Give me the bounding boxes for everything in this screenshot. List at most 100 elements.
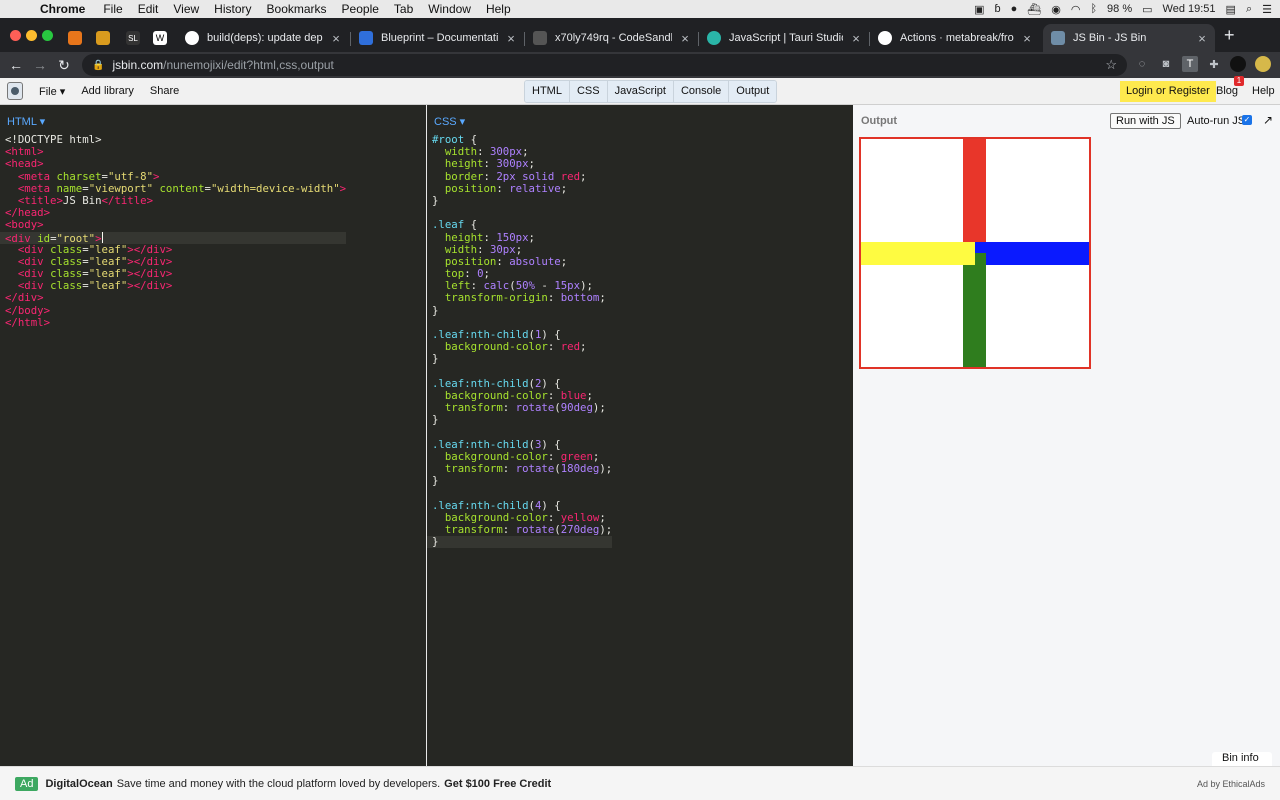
bin-info-tab[interactable]: Bin info — [1212, 752, 1272, 766]
tab-title: x70ly749rq - CodeSandbox — [555, 32, 672, 44]
close-icon[interactable]: × — [678, 31, 692, 46]
code-line: <!DOCTYPE html> — [5, 133, 102, 146]
close-icon[interactable]: × — [504, 31, 518, 46]
menu-help[interactable]: Help — [486, 2, 511, 16]
close-icon[interactable]: × — [1020, 31, 1034, 46]
tab-jsbin[interactable]: JS Bin - JS Bin × — [1043, 24, 1215, 52]
code-line: transform: rotate(90deg); — [444, 401, 606, 415]
menu-bookmarks[interactable]: Bookmarks — [267, 2, 327, 16]
leaf-blue — [975, 242, 1089, 265]
tab-pinned-3[interactable]: SL — [118, 24, 142, 52]
extensions-puzzle-icon[interactable]: ✚ — [1206, 56, 1222, 72]
control-center-icon[interactable]: ☰ — [1262, 3, 1272, 16]
notification-icon[interactable]: ● — [1011, 3, 1018, 15]
zoom-icon[interactable]: ▣ — [974, 3, 984, 16]
ad-cta[interactable]: Get $100 Free Credit — [444, 778, 551, 790]
tab-blueprint[interactable]: Blueprint – Documentation × — [351, 24, 524, 52]
extension-shield-icon[interactable]: ◌ — [1134, 56, 1150, 72]
address-bar[interactable]: 🔒 jsbin.com/nunemojixi/edit?html,css,out… — [82, 54, 1127, 76]
tab-github-pr[interactable]: build(deps): update depende × — [177, 24, 349, 52]
firefox-relay-icon — [68, 31, 82, 45]
tab-pinned-1[interactable] — [60, 24, 84, 52]
menu-people[interactable]: People — [342, 2, 379, 16]
popout-icon[interactable]: ↗ — [1263, 113, 1273, 127]
spotlight-icon[interactable]: ⌕ — [1246, 3, 1252, 16]
camera-icon[interactable]: ◙ — [1158, 56, 1174, 72]
ad-text[interactable]: Save time and money with the cloud platf… — [117, 778, 440, 790]
forward-icon[interactable]: → — [28, 57, 52, 73]
help-link[interactable]: Help — [1252, 85, 1275, 97]
file-menu[interactable]: File ▾ — [39, 85, 65, 98]
maximize-window-button[interactable] — [42, 30, 53, 41]
share-button[interactable]: Share — [150, 85, 179, 97]
code-line: } — [432, 193, 439, 207]
battery-icon[interactable]: ▭ — [1142, 3, 1152, 16]
html-panel-label[interactable]: HTML ▾ — [7, 115, 45, 128]
code-line-active: } — [427, 535, 613, 549]
evernote-icon[interactable]: ɓ — [994, 3, 1000, 15]
wifi-icon[interactable]: ◠ — [1071, 3, 1081, 16]
sl-logo-icon: SL — [126, 31, 140, 45]
tab-codesandbox[interactable]: x70ly749rq - CodeSandbox × — [525, 24, 698, 52]
bookmark-star-icon[interactable]: ☆ — [1105, 57, 1117, 73]
battery-label[interactable]: 98 % — [1107, 3, 1132, 15]
lock-icon[interactable]: 🔒 — [92, 60, 104, 71]
menu-edit[interactable]: Edit — [138, 2, 159, 16]
autorun-checkbox[interactable]: ✓ — [1242, 115, 1252, 125]
close-icon[interactable]: × — [1195, 31, 1209, 46]
clock[interactable]: Wed 19:51 — [1163, 3, 1216, 15]
menu-window[interactable]: Window — [428, 2, 471, 16]
css-editor-panel[interactable]: CSS ▾ #root { width: 300px; height: 300p… — [427, 105, 853, 766]
close-window-button[interactable] — [10, 30, 21, 41]
flag-icon[interactable]: ▤ — [1226, 3, 1236, 16]
output-label: Output — [861, 115, 898, 127]
html-editor-panel[interactable]: HTML ▾ <!DOCTYPE html> <html> <head> <meta… — [0, 105, 426, 766]
vpn-icon[interactable]: ◉ — [1051, 3, 1061, 16]
tab-pinned-2[interactable] — [88, 24, 112, 52]
output-panel[interactable]: Output Run with JS Auto-run JS ✓ ↗ Bin i… — [853, 105, 1280, 766]
toggle-javascript[interactable]: JavaScript — [607, 81, 674, 102]
tauri-icon — [707, 31, 721, 45]
css-code[interactable]: #root { width: 300px; height: 300px; bor… — [427, 133, 613, 549]
login-register-button[interactable]: Login or Register — [1120, 81, 1216, 102]
menu-history[interactable]: History — [214, 2, 251, 16]
tab-pinned-4[interactable]: W — [145, 24, 169, 52]
menu-view[interactable]: View — [173, 2, 199, 16]
reload-icon[interactable]: ↻ — [52, 57, 76, 74]
extension-t-icon[interactable]: T — [1182, 56, 1198, 72]
tab-github-actions[interactable]: Actions · metabreak/frontend × — [870, 24, 1040, 52]
jsbin-logo-icon[interactable] — [7, 82, 23, 100]
minimize-window-button[interactable] — [26, 30, 37, 41]
ad-bar[interactable]: Ad DigitalOcean Save time and money with… — [0, 766, 1280, 800]
menu-tab[interactable]: Tab — [394, 2, 413, 16]
code-line: </body> — [5, 303, 51, 317]
bluetooth-icon[interactable]: ᛒ — [1090, 3, 1097, 15]
css-panel-label[interactable]: CSS ▾ — [434, 115, 465, 128]
ad-by-ethicalads[interactable]: Ad by EthicalAds — [1197, 779, 1265, 789]
toggle-output[interactable]: Output — [729, 81, 777, 102]
back-icon[interactable]: ← — [4, 57, 28, 73]
new-tab-button[interactable]: + — [1224, 25, 1235, 46]
menu-file[interactable]: File — [103, 2, 122, 16]
profile-avatar-2[interactable] — [1255, 56, 1271, 72]
code-line: <html> — [5, 145, 44, 159]
ad-brand[interactable]: DigitalOcean — [45, 778, 112, 790]
toggle-html[interactable]: HTML — [525, 81, 570, 102]
blog-link[interactable]: Blog — [1216, 85, 1238, 97]
close-icon[interactable]: × — [329, 31, 343, 46]
profile-avatar[interactable] — [1230, 56, 1246, 72]
menu-app-name[interactable]: Chrome — [40, 2, 85, 16]
autorun-label[interactable]: Auto-run JS — [1187, 115, 1245, 127]
tab-tauri[interactable]: JavaScript | Tauri Studio × — [699, 24, 869, 52]
leaf-yellow — [861, 242, 975, 265]
add-library-button[interactable]: Add library — [81, 85, 134, 97]
toggle-css[interactable]: CSS — [569, 81, 608, 102]
code-line: </head> — [5, 206, 51, 220]
html-code[interactable]: <!DOCTYPE html> <html> <head> <meta charse… — [0, 133, 347, 329]
code-line: </div> — [5, 291, 44, 305]
close-icon[interactable]: × — [849, 31, 863, 46]
run-with-js-button[interactable]: Run with JS — [1110, 113, 1181, 129]
toggle-console[interactable]: Console — [673, 81, 730, 102]
rendered-root-box — [859, 137, 1091, 369]
docker-icon[interactable]: ⛴ — [1027, 3, 1041, 16]
